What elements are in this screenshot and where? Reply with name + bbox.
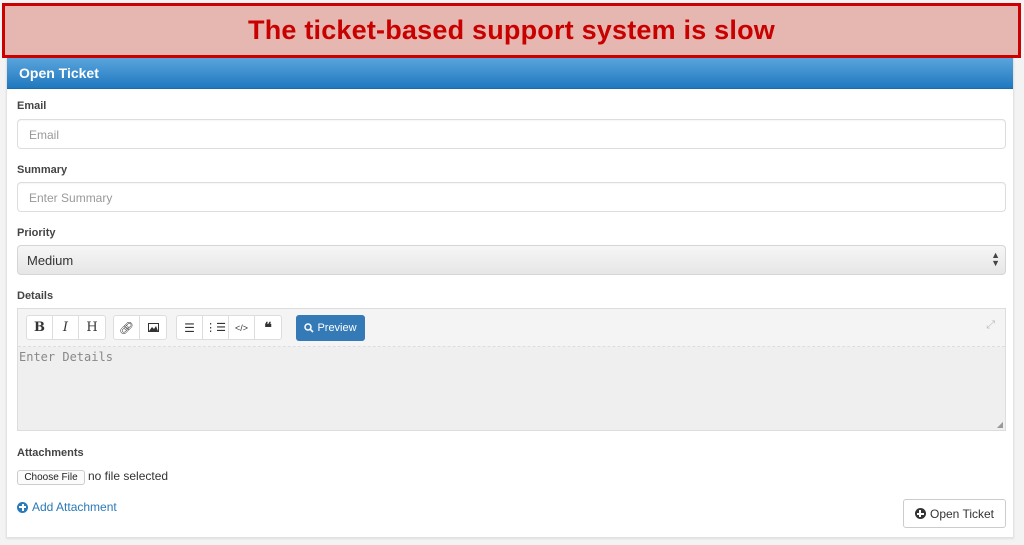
code-button[interactable]: </>: [229, 316, 255, 339]
banner-text: The ticket-based support system is slow: [248, 15, 775, 45]
open-ticket-panel: Open Ticket Email Email Summary Enter Su…: [6, 58, 1014, 538]
insert-group: 🔗︎: [113, 315, 167, 340]
file-status: no file selected: [88, 469, 169, 483]
block-group: ☰ ⋮☰ </> ❝: [176, 315, 282, 340]
priority-label: Priority: [17, 227, 56, 239]
preview-label: Preview: [317, 322, 357, 334]
add-attachment-link[interactable]: Add Attachment: [17, 500, 117, 514]
image-icon: [147, 323, 159, 332]
email-label: Email: [17, 100, 47, 112]
ordered-list-button[interactable]: ⋮☰: [203, 316, 229, 339]
plus-circle-icon: [17, 501, 28, 513]
preview-button[interactable]: Preview: [296, 315, 365, 341]
unordered-list-icon: ☰: [184, 320, 195, 335]
email-field[interactable]: Email: [17, 119, 1006, 149]
heading-button[interactable]: H: [79, 316, 105, 339]
italic-button[interactable]: I: [53, 316, 79, 339]
link-button[interactable]: 🔗︎: [114, 316, 140, 339]
choose-file-button[interactable]: Choose File: [17, 470, 85, 485]
details-textarea[interactable]: Enter Details: [18, 347, 1005, 367]
attachments-label: Attachments: [17, 447, 84, 459]
format-group: B I H: [26, 315, 106, 340]
priority-select[interactable]: Medium ▲ ▼: [17, 245, 1006, 275]
bold-button[interactable]: B: [27, 316, 53, 339]
summary-field[interactable]: Enter Summary: [17, 182, 1006, 212]
add-attachment-label: Add Attachment: [32, 500, 117, 514]
details-label: Details: [17, 290, 54, 302]
expand-icon[interactable]: ⤢: [986, 319, 995, 332]
summary-label: Summary: [17, 164, 68, 176]
plus-circle-icon: [914, 508, 926, 519]
link-icon: 🔗︎: [118, 320, 135, 335]
open-ticket-button[interactable]: Open Ticket: [903, 499, 1006, 528]
editor-toolbar: B I H 🔗︎ ☰ ⋮☰ </> ❝ Preview ⤢: [18, 309, 1005, 347]
resize-handle-icon[interactable]: ◢: [997, 420, 1003, 429]
unordered-list-button[interactable]: ☰: [177, 316, 203, 339]
image-button[interactable]: [140, 316, 166, 339]
open-ticket-label: Open Ticket: [929, 506, 995, 521]
search-icon: [304, 323, 315, 333]
priority-value: Medium: [27, 253, 74, 268]
panel-title: Open Ticket: [7, 58, 1013, 89]
ordered-list-icon: ⋮☰: [205, 322, 226, 334]
annotation-banner: The ticket-based support system is slow: [2, 3, 1021, 58]
select-arrows-icon: ▲ ▼: [991, 250, 1000, 268]
quote-icon: ❝: [264, 319, 272, 335]
quote-button[interactable]: ❝: [255, 316, 281, 339]
details-editor: B I H 🔗︎ ☰ ⋮☰ </> ❝ Preview ⤢ Enter Deta…: [17, 308, 1006, 431]
code-icon: </>: [234, 322, 248, 333]
